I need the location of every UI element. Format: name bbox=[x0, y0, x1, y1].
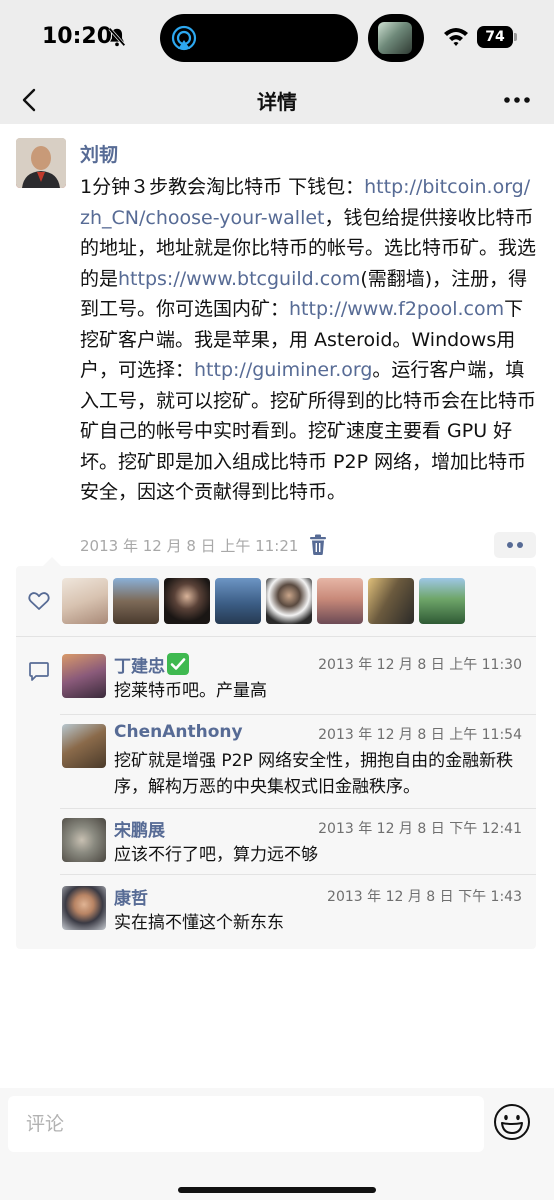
divider bbox=[60, 874, 536, 875]
comment-item[interactable]: 丁建忠 2013 年 12 月 8 日 上午 11:30 挖莱特币吧。产量高 bbox=[60, 652, 536, 714]
nav-bar: 详情 bbox=[0, 76, 554, 124]
like-avatar[interactable] bbox=[113, 578, 159, 624]
like-avatar[interactable] bbox=[317, 578, 363, 624]
media-thumbnail bbox=[378, 22, 412, 54]
more-horizontal-icon[interactable] bbox=[500, 88, 534, 112]
like-avatar[interactable] bbox=[62, 578, 108, 624]
comment-bar bbox=[0, 1088, 554, 1200]
comment-timestamp: 2013 年 12 月 8 日 下午 12:41 bbox=[318, 821, 522, 837]
interaction-panel: 丁建忠 2013 年 12 月 8 日 上午 11:30 挖莱特币吧。产量高 C… bbox=[16, 557, 536, 949]
dot bbox=[517, 542, 523, 548]
clock: 10:20 bbox=[42, 24, 113, 49]
heart-icon bbox=[28, 592, 50, 610]
comment-text: 实在搞不懂这个新东东 bbox=[114, 913, 284, 933]
battery-indicator: 74 bbox=[477, 26, 513, 48]
author-avatar[interactable] bbox=[16, 138, 66, 188]
post-text-segment: 1分钟３步教会淘比特币 下钱包： bbox=[80, 176, 365, 198]
dot bbox=[507, 542, 513, 548]
like-avatar[interactable] bbox=[368, 578, 414, 624]
like-avatar[interactable] bbox=[266, 578, 312, 624]
comment-input[interactable] bbox=[8, 1096, 484, 1152]
comment-text: 应该不行了吧，算力远不够 bbox=[114, 845, 318, 865]
avatar-portrait bbox=[16, 138, 66, 188]
emoji-icon[interactable] bbox=[492, 1102, 532, 1142]
comment-text: 挖矿就是增强 P2P 网络安全性，拥抱自由的金融新秩序，解构万恶的中央集权式旧金… bbox=[114, 751, 514, 797]
divider bbox=[60, 808, 536, 809]
check-mark-icon bbox=[167, 653, 189, 675]
commenter-name[interactable]: 康哲 bbox=[114, 884, 148, 909]
comment-icon bbox=[29, 662, 49, 681]
commenter-name[interactable]: 丁建忠 bbox=[114, 652, 189, 677]
battery-tip bbox=[514, 33, 517, 41]
comment-item[interactable]: 康哲 2013 年 12 月 8 日 下午 1:43 实在搞不懂这个新东东 bbox=[60, 886, 536, 942]
commenter-avatar[interactable] bbox=[62, 654, 106, 698]
commenter-avatar[interactable] bbox=[62, 818, 106, 862]
commenter-avatar[interactable] bbox=[62, 886, 106, 930]
commenter-name[interactable]: ChenAnthony bbox=[114, 722, 243, 742]
page-title: 详情 bbox=[257, 90, 297, 114]
comment-text: 挖莱特币吧。产量高 bbox=[114, 681, 267, 701]
post-text: 1分钟３步教会淘比特币 下钱包：http://bitcoin.org/zh_CN… bbox=[80, 172, 540, 508]
commenter-avatar[interactable] bbox=[62, 724, 106, 768]
trash-icon[interactable] bbox=[309, 534, 327, 556]
guiminer-link[interactable]: http://guiminer.org bbox=[194, 359, 372, 381]
status-bar: 10:20 74 bbox=[0, 0, 554, 76]
live-activity bbox=[368, 14, 424, 62]
wifi-icon bbox=[444, 28, 468, 46]
comment-item[interactable]: 宋鹏展 2013 年 12 月 8 日 下午 12:41 应该不行了吧，算力远不… bbox=[60, 818, 536, 874]
home-indicator bbox=[178, 1187, 376, 1193]
panel-arrow bbox=[42, 557, 62, 567]
author-name[interactable]: 刘韧 bbox=[80, 140, 118, 167]
f2pool-link[interactable]: http://www.f2pool.com bbox=[289, 298, 504, 320]
commenter-name-text: 丁建忠 bbox=[114, 657, 165, 677]
comment-timestamp: 2013 年 12 月 8 日 上午 11:54 bbox=[318, 727, 522, 743]
like-avatar[interactable] bbox=[419, 578, 465, 624]
comment-like-menu-button[interactable] bbox=[494, 532, 536, 558]
comment-timestamp: 2013 年 12 月 8 日 下午 1:43 bbox=[327, 889, 522, 905]
like-avatar[interactable] bbox=[164, 578, 210, 624]
bell-off-icon bbox=[108, 27, 126, 47]
btcguild-link[interactable]: https://www.btcguild.com bbox=[118, 268, 360, 290]
commenter-name[interactable]: 宋鹏展 bbox=[114, 816, 165, 841]
post-timestamp: 2013 年 12 月 8 日 上午 11:21 bbox=[80, 537, 299, 555]
like-avatar[interactable] bbox=[215, 578, 261, 624]
dynamic-island bbox=[160, 14, 358, 62]
divider bbox=[16, 636, 536, 637]
comment-item[interactable]: ChenAnthony 2013 年 12 月 8 日 上午 11:54 挖矿就… bbox=[60, 722, 536, 806]
airplay-icon bbox=[171, 25, 197, 51]
comment-timestamp: 2013 年 12 月 8 日 上午 11:30 bbox=[318, 657, 522, 673]
divider bbox=[60, 714, 536, 715]
